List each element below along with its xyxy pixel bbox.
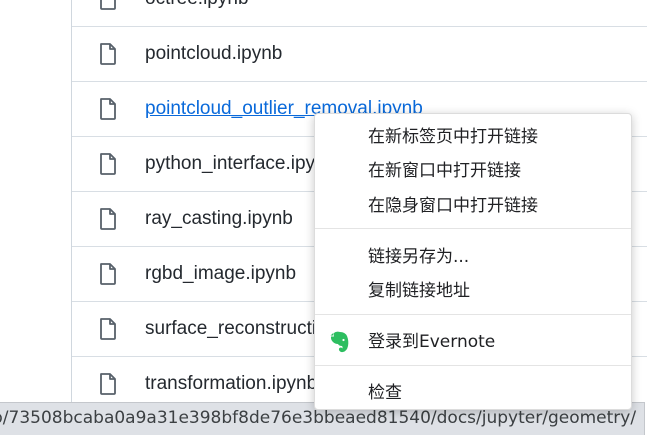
file-row[interactable]: pointcloud.ipynb [72,26,647,81]
file-icon [100,98,116,120]
menu-separator [315,314,631,315]
file-name-link[interactable]: python_interface.ipynb [145,152,336,176]
menu-item-open-new-tab[interactable]: 在新标签页中打开链接 [315,120,631,154]
file-icon [100,208,116,230]
menu-item-open-incognito[interactable]: 在隐身窗口中打开链接 [315,189,631,223]
file-icon [100,373,116,395]
status-url: b/73508bcaba0a9a31e398bf8de76e3bbeaed815… [0,408,637,428]
menu-item-copy-link[interactable]: 复制链接地址 [315,274,631,308]
menu-item-save-link-as[interactable]: 链接另存为... [315,240,631,274]
page: octree.ipynb pointcloud.ipynb pointcloud… [0,0,647,435]
menu-item-label: 在隐身窗口中打开链接 [368,196,538,216]
file-icon [100,318,116,340]
menu-item-label: 登录到Evernote [368,332,496,352]
file-icon [100,153,116,175]
file-icon [100,263,116,285]
menu-item-label: 在新标签页中打开链接 [368,127,538,147]
evernote-icon [330,331,349,353]
file-name-link[interactable]: ray_casting.ipynb [145,207,293,231]
file-name-link[interactable]: transformation.ipynb [145,372,317,396]
file-name-link[interactable]: rgbd_image.ipynb [145,262,296,286]
file-name-link[interactable]: octree.ipynb [145,0,249,11]
file-icon [100,43,116,65]
menu-item-evernote[interactable]: 登录到Evernote [315,325,631,359]
menu-item-label: 在新窗口中打开链接 [368,161,521,181]
file-name-link[interactable]: pointcloud.ipynb [145,42,282,66]
file-icon [100,0,116,10]
menu-item-inspect[interactable]: 检查 [315,376,631,409]
context-menu: 在新标签页中打开链接 在新窗口中打开链接 在隐身窗口中打开链接 链接另存为...… [314,113,632,410]
menu-item-label: 链接另存为... [368,247,470,267]
menu-item-label: 复制链接地址 [368,281,470,301]
menu-item-open-new-window[interactable]: 在新窗口中打开链接 [315,154,631,188]
menu-item-label: 检查 [368,383,402,403]
menu-separator [315,365,631,366]
menu-separator [315,228,631,229]
file-row[interactable]: octree.ipynb [72,0,647,26]
